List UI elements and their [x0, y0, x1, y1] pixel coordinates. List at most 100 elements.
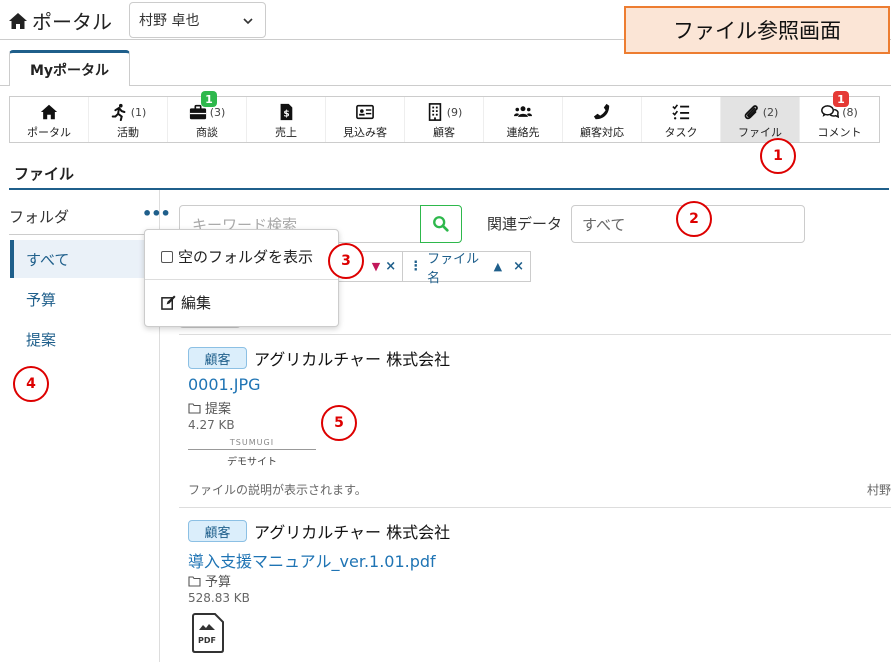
show-empty-label: 空のフォルダを表示 [178, 248, 314, 266]
callout-3: 3 [328, 243, 364, 279]
chevron-down-icon [243, 18, 253, 25]
deals-notification-badge: 1 [201, 91, 217, 107]
sort-chip-filename[interactable]: ⋮ ファイル名 ▲ × [403, 252, 530, 286]
file-folder: 予算 [188, 571, 231, 590]
file-description: ファイルの説明が表示されます。 [188, 483, 367, 497]
id-card-icon [356, 104, 374, 120]
section-title: ファイル [14, 165, 75, 183]
nav-label: 商談 [196, 126, 218, 139]
thumb-logo-text: TSUMUGI [188, 438, 316, 450]
icon-nav: ポータル (1) 活動 (3) 商談 $ 売上 見込み客 (9) 顧客 連絡先 … [9, 96, 880, 143]
show-empty-folders-option[interactable]: 空のフォルダを表示 [161, 246, 313, 267]
drag-handle-icon[interactable]: ⋮ [409, 259, 422, 274]
nav-label: 連絡先 [506, 126, 540, 139]
nav-label: 顧客対応 [580, 126, 624, 139]
folder-name: 提案 [205, 402, 232, 417]
paperclip-icon [744, 105, 758, 120]
home-icon [40, 104, 58, 120]
folder-icon [188, 575, 201, 587]
nav-label: タスク [664, 126, 698, 139]
file-owner: 村野 [867, 483, 891, 497]
file-size: 4.27 KB [188, 418, 235, 432]
folder-more-button[interactable]: ••• [142, 204, 171, 223]
folder-item-all[interactable]: すべて [10, 240, 160, 278]
file-card: 顧客 アグリカルチャー 株式会社 0001.JPG 提案 4.27 KB TSU… [179, 334, 891, 506]
pdf-file-icon[interactable]: PDF [191, 612, 225, 654]
tab-my-portal[interactable]: Myポータル [9, 50, 130, 86]
nav-label: ポータル [27, 126, 71, 139]
nav-label: 顧客 [433, 126, 455, 139]
nav-item-leads[interactable]: 見込み客 [326, 97, 405, 142]
user-select[interactable]: 村野 卓也 [129, 2, 266, 38]
svg-text:$: $ [283, 110, 289, 120]
nav-count: (8) [842, 105, 858, 119]
file-card: 顧客 アグリカルチャー 株式会社 導入支援マニュアル_ver.1.01.pdf … [179, 507, 891, 662]
portal-brand[interactable]: ポータル [8, 6, 112, 35]
callout-1: 1 [760, 138, 796, 174]
nav-item-portal[interactable]: ポータル [10, 97, 89, 142]
search-button[interactable] [420, 205, 462, 243]
nav-item-tasks[interactable]: タスク [642, 97, 721, 142]
folder-name: 予算 [205, 575, 232, 590]
record-type-badge: 顧客 [188, 520, 247, 542]
remove-sort-icon[interactable]: × [385, 259, 396, 274]
sort-chip-label: ファイル名 [427, 251, 480, 286]
nav-item-activity[interactable]: (1) 活動 [89, 97, 168, 142]
nav-count: (2) [762, 105, 779, 119]
show-empty-checkbox[interactable] [161, 250, 173, 263]
running-icon [111, 103, 126, 121]
nav-label: 売上 [275, 126, 297, 139]
home-icon [9, 12, 27, 29]
file-name-link[interactable]: 0001.JPG [188, 375, 261, 394]
edit-label: 編集 [181, 294, 212, 312]
folder-item-proposal[interactable]: 提案 [10, 320, 160, 358]
pdf-label: PDF [198, 636, 216, 645]
company-name[interactable]: アグリカルチャー 株式会社 [254, 346, 450, 370]
nav-count: (3) [209, 105, 226, 119]
phone-icon [593, 103, 610, 120]
folder-item-budget[interactable]: 予算 [10, 280, 160, 318]
file-name-link[interactable]: 導入支援マニュアル_ver.1.01.pdf [188, 548, 436, 572]
sort-desc-icon: ▼ [371, 260, 381, 273]
dropdown-divider [145, 279, 338, 280]
edit-icon [161, 295, 176, 310]
nav-item-sales[interactable]: $ 売上 [247, 97, 326, 142]
nav-label: コメント [817, 126, 862, 139]
tab-divider [0, 85, 891, 86]
folder-menu-dropdown: 空のフォルダを表示 編集 [144, 229, 339, 327]
callout-5: 5 [321, 405, 357, 441]
invoice-icon: $ [280, 103, 293, 121]
folder-divider [9, 234, 159, 235]
file-folder: 提案 [188, 398, 231, 417]
nav-label: 見込み客 [343, 126, 387, 139]
nav-item-files[interactable]: (2) ファイル [721, 97, 800, 142]
app-title: ポータル [32, 10, 112, 34]
nav-label: 活動 [117, 126, 139, 139]
callout-2: 2 [676, 201, 712, 237]
edit-folders-option[interactable]: 編集 [161, 292, 211, 313]
sort-asc-icon: ▲ [493, 260, 503, 273]
tasklist-icon [672, 104, 690, 120]
folder-pane: フォルダ ••• すべて 予算 提案 [0, 190, 171, 662]
building-icon [428, 103, 441, 121]
nav-count: (1) [130, 105, 147, 119]
related-data-label: 関連データ [487, 215, 563, 233]
screen-title-label: ファイル参照画面 [624, 6, 890, 54]
file-size: 528.83 KB [188, 591, 250, 605]
callout-4: 4 [13, 366, 49, 402]
nav-item-support[interactable]: 顧客対応 [563, 97, 642, 142]
comments-notification-badge: 1 [833, 91, 849, 107]
user-name: 村野 卓也 [139, 13, 200, 29]
image-thumbnail[interactable]: TSUMUGI デモサイト [188, 438, 316, 470]
folder-icon [188, 402, 201, 414]
folder-heading: フォルダ [9, 208, 70, 226]
thumb-caption: デモサイト [227, 457, 277, 468]
people-icon [514, 106, 532, 117]
search-icon [433, 216, 449, 232]
nav-count: (9) [446, 105, 463, 119]
nav-item-customers[interactable]: (9) 顧客 [405, 97, 484, 142]
company-name[interactable]: アグリカルチャー 株式会社 [254, 519, 450, 543]
remove-sort-icon[interactable]: × [513, 259, 524, 274]
record-type-badge: 顧客 [188, 347, 247, 369]
nav-item-contacts[interactable]: 連絡先 [484, 97, 563, 142]
